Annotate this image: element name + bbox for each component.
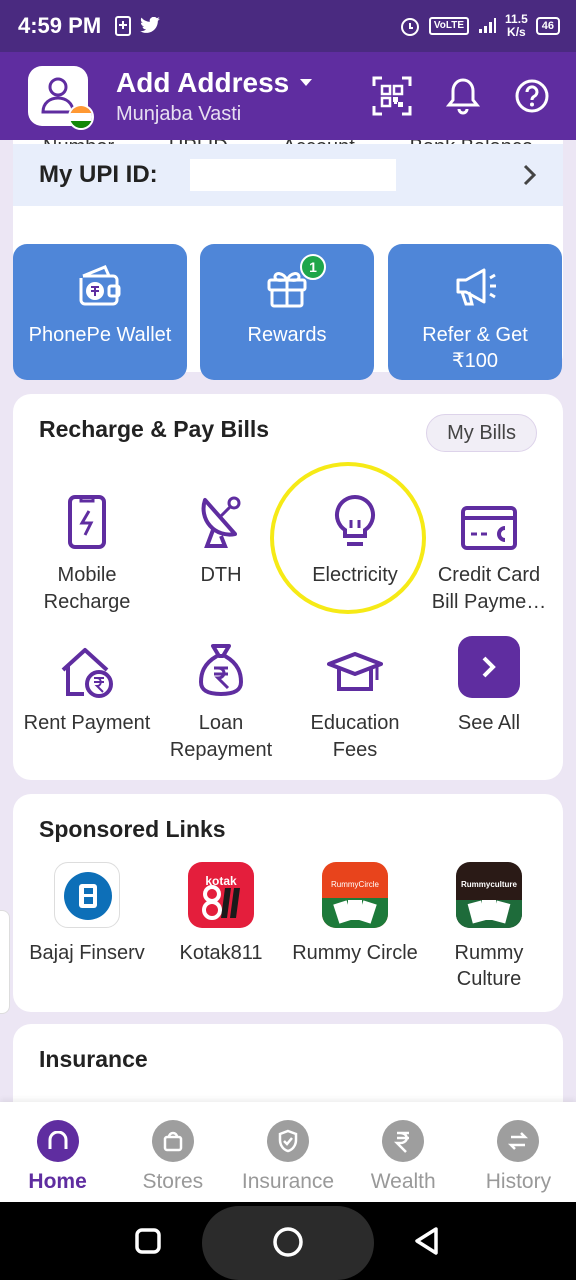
sponsor-label: Bajaj Finserv	[29, 942, 145, 964]
nav-label: Wealth	[370, 1170, 436, 1193]
swap-arrows-icon	[508, 1132, 529, 1150]
sponsor-label: Rummy Culture	[454, 942, 524, 990]
rupee-icon	[394, 1131, 410, 1153]
highlight-circle	[270, 462, 426, 614]
header-subtitle: Munjaba Vasti	[116, 102, 242, 125]
service-label: Education Fees	[310, 712, 400, 761]
credit-card-bill-item[interactable]: Credit Card Bill Payme…	[422, 482, 556, 616]
my-bills-button[interactable]: My Bills	[426, 414, 537, 452]
service-label: Loan Repayment	[169, 712, 273, 761]
bell-icon[interactable]	[446, 77, 480, 115]
quick-action-label: Rewards	[247, 324, 327, 346]
twitter-icon	[140, 17, 161, 33]
phonepe-wallet-tile[interactable]: PhonePe Wallet	[13, 244, 187, 380]
bajaj-finserv-logo	[54, 862, 120, 928]
signal-icon	[479, 18, 497, 33]
nav-history[interactable]: History	[461, 1102, 576, 1202]
upi-id-value	[189, 159, 396, 191]
bottom-navigation: Home Stores Insurance Wealth History	[0, 1102, 576, 1202]
rummy-circle-logo: RummyCircle	[322, 862, 388, 928]
dth-item[interactable]: DTH	[154, 482, 288, 589]
service-label: See All	[457, 712, 521, 734]
sim-icon	[115, 16, 132, 36]
address-selector[interactable]: Add Address Munjaba Vasti	[116, 67, 313, 126]
recents-button-icon[interactable]	[134, 1227, 162, 1255]
nav-label: Insurance	[241, 1170, 335, 1193]
sponsor-label: Rummy Circle	[292, 942, 418, 964]
rummy-culture-item[interactable]: Rummyculture Rummy Culture	[422, 862, 556, 992]
chevron-right-icon	[482, 656, 496, 678]
megaphone-icon	[456, 268, 496, 306]
rummy-circle-logo-text: RummyCircle	[331, 880, 379, 889]
app-header: Add Address Munjaba Vasti	[0, 52, 576, 140]
my-upi-id-row[interactable]: My UPI ID:	[13, 144, 563, 206]
service-label: DTH	[200, 564, 242, 586]
section-title: Recharge & Pay Bills	[39, 416, 270, 442]
kotak811-logo: kotak	[188, 862, 254, 928]
service-label: Mobile Recharge	[43, 564, 131, 613]
india-flag-icon	[68, 104, 94, 130]
sponsored-links-card: Sponsored Links Bajaj Finserv kotak Kota…	[13, 794, 563, 1012]
status-bar: 4:59 PM VoLTE 11.5 K/s 46	[0, 0, 576, 52]
header-title: Add Address	[116, 66, 290, 98]
kotak811-item[interactable]: kotak Kotak811	[154, 862, 288, 966]
rent-payment-item[interactable]: Rent Payment	[20, 630, 154, 737]
house-rupee-icon	[61, 648, 113, 698]
rummy-culture-logo: Rummyculture	[456, 862, 522, 928]
nav-insurance[interactable]: Insurance	[230, 1102, 345, 1202]
bajaj-finserv-item[interactable]: Bajaj Finserv	[20, 862, 154, 966]
shield-icon	[278, 1129, 298, 1153]
section-title: Sponsored Links	[39, 816, 226, 842]
nav-label: Stores	[142, 1170, 204, 1193]
network-speed: 11.5 K/s	[505, 12, 528, 39]
chevron-right-icon	[523, 164, 537, 186]
rummy-circle-item[interactable]: RummyCircle Rummy Circle	[288, 862, 422, 966]
rummy-culture-logo-text: Rummyculture	[460, 880, 517, 889]
back-button-icon[interactable]	[412, 1226, 442, 1256]
mobile-icon	[68, 495, 106, 549]
battery-indicator: 46	[535, 17, 560, 35]
qr-scanner-icon[interactable]	[372, 76, 412, 116]
edge-handle[interactable]	[0, 910, 10, 1014]
loan-repayment-item[interactable]: Loan Repayment	[154, 630, 288, 764]
profile-avatar[interactable]	[28, 66, 94, 130]
satellite-dish-icon	[201, 496, 241, 548]
help-icon[interactable]	[514, 78, 550, 114]
home-icon	[48, 1131, 68, 1149]
service-label: Rent Payment	[23, 712, 151, 734]
volte-badge: VoLTE	[428, 17, 470, 35]
rewards-tile[interactable]: 1 Rewards	[200, 244, 374, 380]
system-navigation-bar	[0, 1202, 576, 1280]
credit-card-icon	[461, 506, 517, 550]
graduation-cap-icon	[327, 652, 383, 691]
quick-actions: PhonePe Wallet 1 Rewards Refer & Get ₹10…	[0, 244, 576, 380]
section-title: Insurance	[39, 1046, 148, 1072]
money-bag-icon	[198, 644, 244, 697]
rewards-badge: 1	[300, 254, 326, 280]
service-label: Credit Card Bill Payme…	[431, 564, 547, 613]
status-time: 4:59 PM	[18, 13, 102, 38]
quick-action-label: PhonePe Wallet	[28, 324, 172, 346]
wallet-icon	[79, 265, 121, 306]
nav-label: Home	[28, 1170, 87, 1193]
home-content[interactable]: Number UPI ID Account Bank Balance My UP…	[0, 140, 576, 1102]
nav-label: History	[485, 1170, 552, 1193]
upi-id-label: My UPI ID:	[39, 161, 158, 188]
see-all-item[interactable]: See All	[422, 630, 556, 737]
education-fees-item[interactable]: Education Fees	[288, 630, 422, 764]
mobile-recharge-item[interactable]: Mobile Recharge	[20, 482, 154, 616]
nav-stores[interactable]: Stores	[115, 1102, 230, 1202]
alarm-icon	[400, 18, 419, 36]
insurance-card: Insurance	[13, 1024, 563, 1102]
caret-down-icon	[300, 78, 313, 86]
refer-and-get-tile[interactable]: Refer & Get ₹100	[388, 244, 562, 380]
quick-action-label: Refer & Get ₹100	[422, 324, 528, 372]
nav-home[interactable]: Home	[0, 1102, 115, 1202]
sponsor-label: Kotak811	[179, 942, 263, 964]
home-button-icon[interactable]	[271, 1225, 305, 1259]
shopping-bag-icon	[163, 1131, 183, 1152]
nav-wealth[interactable]: Wealth	[346, 1102, 461, 1202]
